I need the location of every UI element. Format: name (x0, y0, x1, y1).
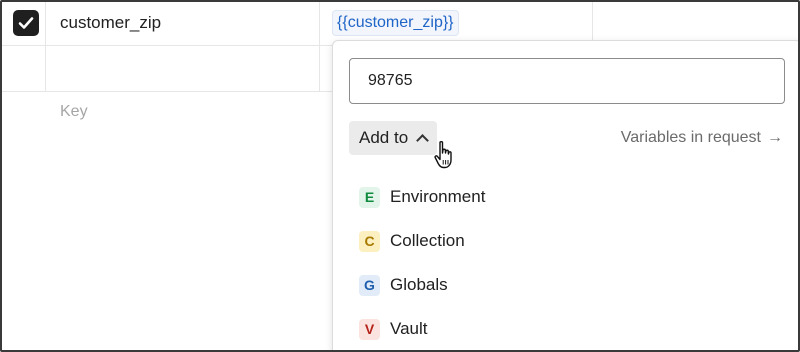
row-enabled-checkbox[interactable] (13, 10, 39, 36)
column-divider (45, 2, 46, 92)
menu-item-label: Globals (390, 275, 448, 294)
add-to-button[interactable]: Add to (349, 121, 438, 155)
menu-item-label: Collection (390, 231, 465, 250)
variables-in-request-link[interactable]: Variables in request → (621, 129, 783, 147)
menu-item-collection[interactable]: C Collection (359, 219, 759, 263)
menu-item-label: Environment (390, 187, 486, 206)
hand-pointer-icon (434, 140, 452, 169)
menu-item-environment[interactable]: E Environment (359, 175, 759, 219)
chevron-up-icon (416, 133, 430, 147)
collection-badge-icon: C (359, 230, 380, 252)
variables-link-label: Variables in request (620, 129, 761, 146)
arrow-right-icon: → (767, 129, 783, 146)
column-divider (319, 2, 320, 92)
menu-item-globals[interactable]: G Globals (359, 263, 759, 307)
variable-popover: Add to Variables in request → E Environm… (332, 40, 798, 350)
param-key[interactable]: customer_zip (60, 13, 161, 33)
check-icon (18, 17, 34, 29)
key-input-placeholder[interactable]: Key (60, 103, 88, 121)
variable-tag[interactable]: {{customer_zip}} (332, 10, 459, 36)
app-frame: customer_zip {{customer_zip}} Key Add to… (0, 0, 800, 352)
globals-badge-icon: G (359, 274, 380, 296)
add-to-menu: E Environment C Collection G Globals V V… (359, 175, 759, 350)
menu-item-label: Vault (390, 319, 428, 338)
variable-value-input[interactable] (349, 58, 785, 104)
menu-item-vault[interactable]: V Vault (359, 307, 759, 350)
environment-badge-icon: E (359, 186, 380, 208)
vault-badge-icon: V (359, 318, 380, 340)
add-to-label: Add to (359, 128, 409, 147)
